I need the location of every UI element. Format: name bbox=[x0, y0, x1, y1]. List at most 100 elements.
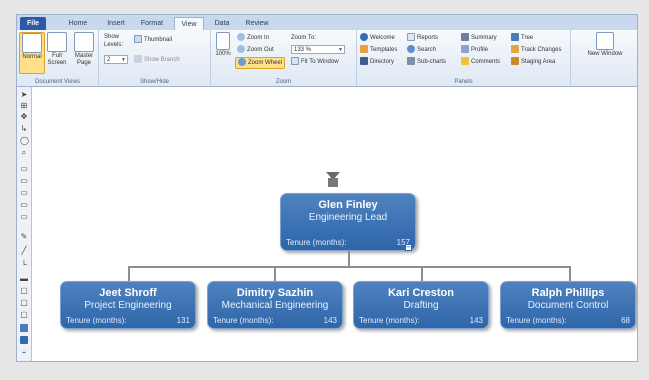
rectangle-tool-icon[interactable]: ▢ bbox=[20, 287, 28, 295]
fill-color-icon[interactable] bbox=[20, 324, 28, 332]
pen-tool-icon[interactable]: ✎ bbox=[20, 233, 28, 241]
subcharts-button[interactable]: Sub-charts bbox=[407, 57, 446, 67]
pointer-tool-icon[interactable]: ➤ bbox=[20, 91, 28, 99]
connector-line bbox=[569, 267, 571, 281]
subcharts-label: Sub-charts bbox=[417, 59, 447, 65]
box-tool-icon[interactable]: ▢ bbox=[20, 311, 28, 319]
zoom-to-combo[interactable]: 133 % ▼ bbox=[291, 45, 345, 54]
line-tool-icon[interactable]: ╱ bbox=[20, 247, 28, 255]
profile-button[interactable]: Profile bbox=[461, 45, 488, 55]
templates-label: Templates bbox=[370, 47, 398, 53]
new-window-button[interactable]: New Window bbox=[575, 32, 635, 58]
profile-icon bbox=[461, 45, 469, 54]
card-name: Ralph Phillips bbox=[531, 287, 605, 299]
org-card-child[interactable]: Ralph Phillips Document Control Tenure (… bbox=[500, 281, 636, 329]
comments-button[interactable]: Comments bbox=[461, 57, 500, 67]
tab-home[interactable]: Home bbox=[63, 17, 93, 30]
track-changes-label: Track Changes bbox=[521, 47, 562, 53]
move-tool-icon[interactable]: ✥ bbox=[20, 113, 28, 121]
card-name: Jeet Shroff bbox=[99, 287, 157, 299]
welcome-button[interactable]: Welcome bbox=[360, 33, 395, 43]
tree-button[interactable]: Tree bbox=[511, 33, 533, 43]
directory-label: Directory bbox=[370, 59, 395, 65]
zoom-in-icon bbox=[237, 33, 245, 42]
align-middle-icon[interactable]: ▭ bbox=[20, 177, 28, 185]
normal-view-button[interactable]: Normal bbox=[19, 32, 45, 74]
more-tools-icon[interactable]: ▪▪ bbox=[20, 349, 28, 357]
zoom-in-button[interactable]: Zoom In bbox=[237, 33, 269, 43]
directory-button[interactable]: Directory bbox=[360, 57, 394, 67]
ribbon-tabs: File Home Insert Format View Data Review bbox=[17, 15, 637, 31]
show-branch-button[interactable]: Show Branch bbox=[134, 55, 180, 65]
corner-line-icon[interactable]: └ bbox=[20, 261, 28, 269]
ellipse-tool-icon[interactable]: ◯ bbox=[20, 137, 29, 145]
group-show-hide: Show Levels: 2 ▼ Thumbnail Show Branch Sh… bbox=[99, 30, 211, 86]
card-title: Document Control bbox=[527, 300, 609, 311]
group-icon[interactable]: ▭ bbox=[20, 213, 28, 221]
zoom-out-label: Zoom Out bbox=[247, 47, 274, 53]
full-screen-label: Full Screen bbox=[47, 53, 67, 66]
org-card-root[interactable]: Glen Finley Engineering Lead Tenure (mon… bbox=[280, 193, 416, 251]
zoom-value: 133 % bbox=[294, 47, 312, 53]
line-color-icon[interactable] bbox=[20, 336, 28, 344]
thumbnail-button[interactable]: Thumbnail bbox=[134, 35, 172, 45]
tenure-value: 131 bbox=[176, 316, 190, 325]
new-window-label: New Window bbox=[587, 51, 623, 57]
collapse-icon[interactable]: – bbox=[405, 244, 412, 251]
card-title: Mechanical Engineering bbox=[221, 300, 329, 311]
zoom-wheel-button[interactable]: Zoom Wheel bbox=[235, 57, 286, 69]
connector-tool-icon[interactable]: ↳ bbox=[20, 125, 28, 133]
group-zoom: 100% Zoom In Zoom Out Zoom Wheel Zoom To… bbox=[211, 30, 357, 86]
master-page-label: Master Page bbox=[74, 53, 94, 66]
full-screen-button[interactable]: Full Screen bbox=[45, 32, 69, 67]
distribute-icon[interactable]: ▭ bbox=[20, 201, 28, 209]
org-card-child[interactable]: Dimitry Sazhin Mechanical Engineering Te… bbox=[207, 281, 343, 329]
group-document-views: Normal Full Screen Master Page Document … bbox=[17, 30, 99, 86]
track-changes-button[interactable]: Track Changes bbox=[511, 45, 561, 55]
master-page-icon bbox=[74, 32, 94, 52]
tenure-label: Tenure (months): bbox=[359, 316, 420, 325]
zoom-wheel-icon bbox=[238, 58, 246, 67]
connector-line bbox=[128, 267, 130, 281]
templates-button[interactable]: Templates bbox=[360, 45, 397, 55]
card-title: Project Engineering bbox=[84, 300, 172, 311]
tab-format[interactable]: Format bbox=[135, 17, 169, 30]
zoom-tool-icon[interactable]: ⌕ bbox=[20, 149, 28, 157]
comments-label: Comments bbox=[471, 59, 501, 65]
org-card-child[interactable]: Kari Creston Drafting Tenure (months): 1… bbox=[353, 281, 489, 329]
tab-data[interactable]: Data bbox=[209, 17, 235, 30]
org-card-child[interactable]: Jeet Shroff Project Engineering Tenure (… bbox=[60, 281, 196, 329]
tab-insert[interactable]: Insert bbox=[101, 17, 131, 30]
align-top-icon[interactable]: ▭ bbox=[20, 165, 28, 173]
comments-icon bbox=[461, 57, 469, 66]
tab-file[interactable]: File bbox=[20, 17, 46, 30]
card-name: Glen Finley bbox=[318, 199, 378, 211]
tab-review[interactable]: Review bbox=[241, 17, 273, 30]
rounded-rect-tool-icon[interactable]: ▢ bbox=[20, 299, 28, 307]
fit-to-window-label: Fit To Window bbox=[301, 59, 339, 65]
zoom-out-button[interactable]: Zoom Out bbox=[237, 45, 274, 55]
levels-combo[interactable]: 2 ▼ bbox=[104, 55, 128, 64]
reports-icon bbox=[407, 33, 415, 42]
fit-to-window-button[interactable]: Fit To Window bbox=[291, 57, 339, 67]
card-name: Kari Creston bbox=[387, 287, 455, 299]
tenure-value: 143 bbox=[323, 316, 337, 325]
align-bottom-icon[interactable]: ▭ bbox=[20, 189, 28, 197]
thumbnail-label: Thumbnail bbox=[144, 37, 173, 43]
hierarchy-tool-icon[interactable]: ⊞ bbox=[20, 102, 28, 110]
search-panel-button[interactable]: Search bbox=[407, 45, 436, 55]
group-label-panels: Panels bbox=[454, 79, 473, 85]
tab-view[interactable]: View bbox=[174, 17, 204, 31]
staging-area-label: Staging Area bbox=[521, 59, 556, 65]
zoom-100-button[interactable]: 100% bbox=[213, 32, 233, 58]
chart-canvas: Glen Finley Engineering Lead Tenure (mon… bbox=[32, 87, 637, 361]
text-tool-icon[interactable]: ▬ bbox=[20, 275, 28, 283]
master-page-button[interactable]: Master Page bbox=[72, 32, 96, 67]
card-name: Dimitry Sazhin bbox=[236, 287, 314, 299]
group-window: New Window bbox=[571, 30, 637, 86]
reports-button[interactable]: Reports bbox=[407, 33, 438, 43]
staging-area-button[interactable]: Staging Area bbox=[511, 57, 555, 67]
group-label-show-hide: Show/Hide bbox=[139, 79, 169, 85]
tenure-label: Tenure (months): bbox=[286, 238, 347, 247]
summary-button[interactable]: Summary bbox=[461, 33, 497, 43]
